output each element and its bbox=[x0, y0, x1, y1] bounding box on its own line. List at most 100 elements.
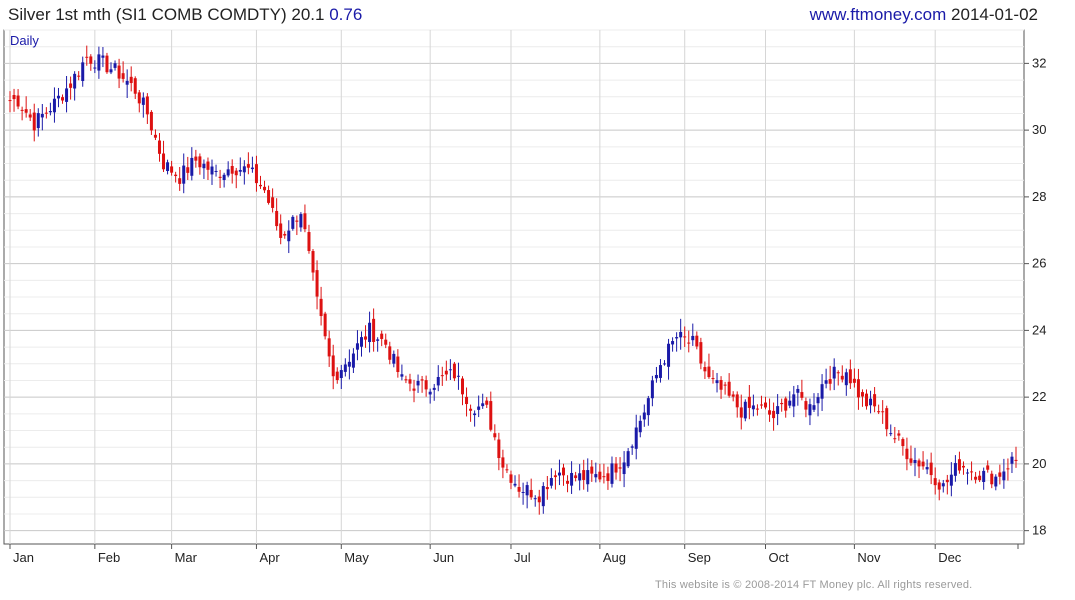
candle-body bbox=[909, 458, 913, 463]
candle-body bbox=[570, 472, 574, 486]
period-label: Daily bbox=[10, 33, 39, 48]
candle-body bbox=[105, 55, 109, 73]
y-tick-label: 18 bbox=[1032, 523, 1046, 538]
candle-body bbox=[481, 403, 485, 407]
candle-body bbox=[671, 341, 675, 345]
candle-body bbox=[776, 406, 780, 415]
candle-body bbox=[275, 210, 279, 227]
candle-body bbox=[772, 410, 776, 419]
candle-body bbox=[440, 375, 444, 377]
candle-body bbox=[945, 479, 949, 483]
candle-body bbox=[521, 491, 525, 493]
candle-body bbox=[101, 55, 105, 58]
candle-body bbox=[291, 216, 295, 229]
candle-body bbox=[893, 438, 897, 440]
x-tick-label: Jan bbox=[13, 550, 34, 565]
candle-body bbox=[933, 478, 937, 486]
candle-body bbox=[319, 298, 323, 317]
candle-body bbox=[509, 474, 513, 483]
candle-body bbox=[869, 398, 873, 406]
candle-body bbox=[654, 374, 658, 379]
candle-body bbox=[844, 372, 848, 386]
x-tick-label: Mar bbox=[175, 550, 198, 565]
candle-body bbox=[250, 167, 254, 170]
y-axis: 18 20 22 24 26 28 30 32 bbox=[1024, 55, 1046, 538]
candle-body bbox=[586, 470, 590, 485]
candle-body bbox=[764, 402, 768, 408]
candle-body bbox=[267, 190, 271, 203]
candle-body bbox=[804, 401, 808, 410]
candle-body bbox=[287, 230, 291, 242]
candle-body bbox=[986, 465, 990, 470]
candle-body bbox=[141, 97, 145, 105]
candle-body bbox=[420, 379, 424, 381]
candle-body bbox=[501, 457, 505, 468]
candle-body bbox=[263, 186, 267, 191]
candle-body bbox=[178, 178, 182, 184]
candle-body bbox=[162, 153, 166, 170]
candle-body bbox=[582, 470, 586, 480]
candle-body bbox=[675, 337, 679, 339]
candle-body bbox=[606, 473, 610, 481]
candle-body bbox=[687, 342, 691, 344]
candle-body bbox=[364, 336, 368, 340]
candle-body bbox=[865, 393, 869, 407]
x-axis: Jan Feb Mar Apr May Jun Jul Aug Sep Oct Nov Dec bbox=[9, 544, 1019, 565]
candle-body bbox=[590, 466, 594, 474]
candle-body bbox=[683, 336, 687, 338]
candle-body bbox=[166, 162, 170, 172]
candle-body bbox=[93, 67, 97, 69]
candle-body bbox=[113, 63, 117, 68]
candle-body bbox=[994, 476, 998, 487]
candle-body bbox=[299, 214, 303, 228]
candle-body bbox=[469, 408, 473, 411]
x-tick-label: Oct bbox=[769, 550, 790, 565]
candle-body bbox=[622, 462, 626, 475]
candle-body bbox=[663, 363, 667, 365]
candle-body bbox=[254, 164, 258, 184]
candle-body bbox=[929, 462, 933, 476]
candle-body bbox=[117, 65, 121, 79]
candle-body bbox=[129, 76, 133, 84]
candle-body bbox=[133, 78, 137, 94]
candle-body bbox=[885, 408, 889, 430]
y-tick-label: 28 bbox=[1032, 189, 1046, 204]
candle-body bbox=[921, 461, 925, 467]
candle-body bbox=[719, 380, 723, 390]
candle-body bbox=[465, 396, 469, 405]
candle-body bbox=[667, 343, 671, 367]
candle-body bbox=[170, 166, 174, 173]
candle-body bbox=[642, 412, 646, 420]
candle-body bbox=[529, 489, 533, 498]
candle-body bbox=[388, 346, 392, 360]
candle-body bbox=[271, 197, 275, 208]
candle-body bbox=[448, 369, 452, 371]
plot-frame bbox=[3, 29, 1025, 545]
candle-body bbox=[424, 380, 428, 390]
candle-body bbox=[351, 353, 355, 368]
candle-body bbox=[820, 384, 824, 399]
candle-body bbox=[452, 363, 456, 379]
candle-body bbox=[970, 471, 974, 473]
candle-body bbox=[339, 370, 343, 379]
candle-body bbox=[549, 478, 553, 486]
candle-body bbox=[206, 161, 210, 170]
candle-body bbox=[1002, 471, 1006, 481]
candle-body bbox=[109, 69, 113, 73]
candle-body bbox=[852, 378, 856, 383]
candle-body bbox=[194, 156, 198, 161]
candle-body bbox=[368, 322, 372, 343]
candle-body bbox=[137, 92, 141, 104]
candle-body bbox=[307, 232, 311, 251]
candle-body bbox=[812, 405, 816, 410]
candle-body bbox=[816, 397, 820, 404]
candle-body bbox=[695, 335, 699, 347]
candle-body bbox=[768, 410, 772, 415]
candle-body bbox=[456, 375, 460, 377]
candle-body bbox=[937, 482, 941, 490]
candle-body bbox=[735, 394, 739, 408]
candle-body bbox=[881, 411, 885, 413]
candle-body bbox=[998, 472, 1002, 477]
candle-body bbox=[715, 380, 719, 384]
candle-body bbox=[707, 366, 711, 378]
